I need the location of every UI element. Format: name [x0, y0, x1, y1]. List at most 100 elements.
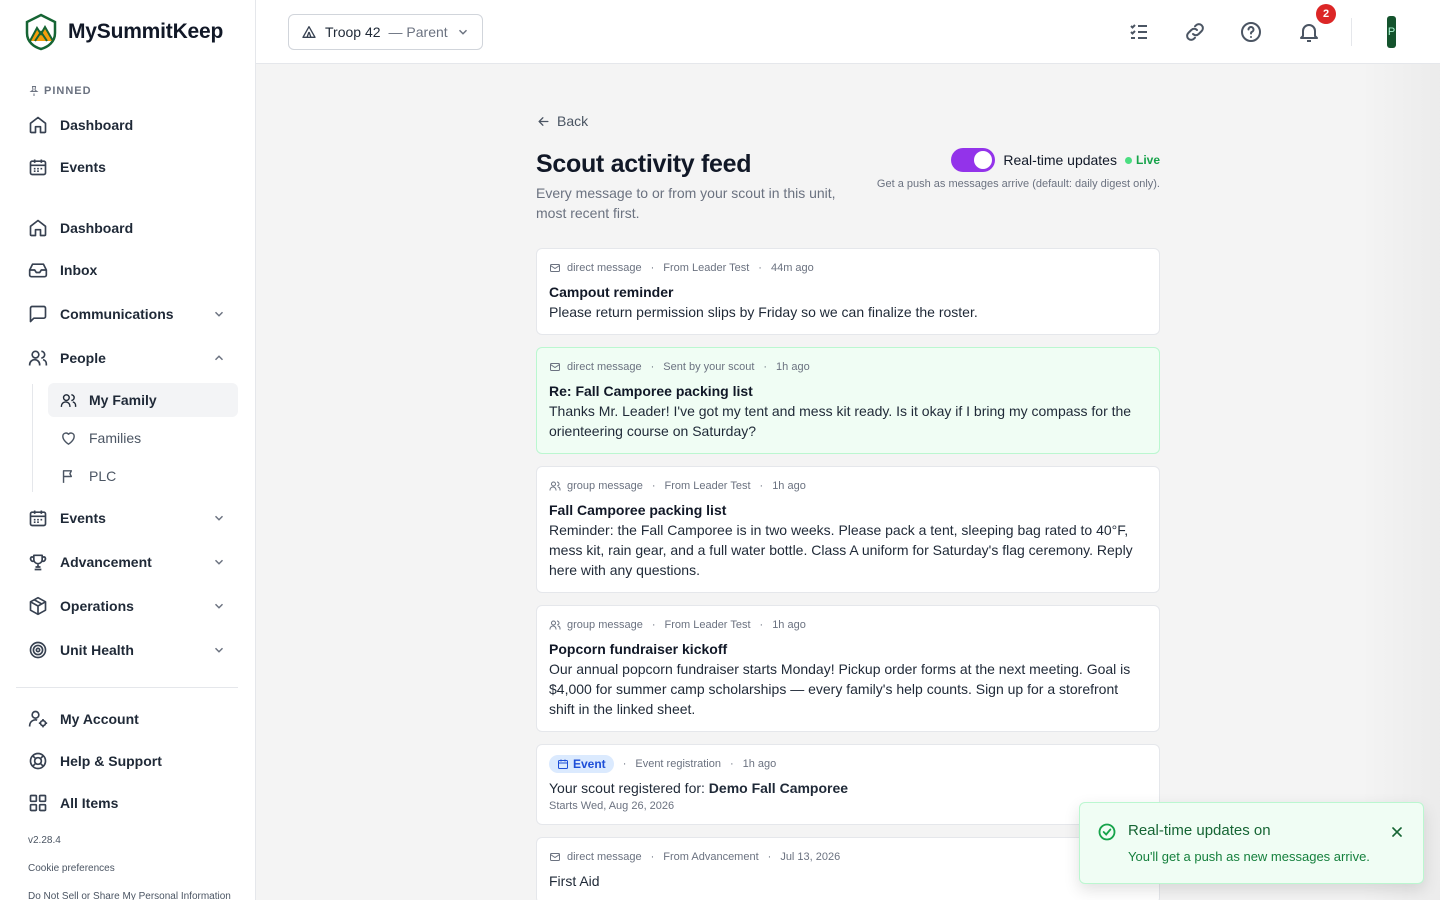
message-sender: Sent by your scout	[663, 361, 755, 373]
message-body: Please return permission slips by Friday…	[549, 304, 978, 320]
home-icon	[29, 116, 47, 134]
message-type: group message	[567, 619, 643, 631]
sidebar-subitem-my-family[interactable]: My Family	[48, 383, 238, 417]
mail-icon	[550, 264, 560, 272]
check-circle-icon	[1098, 823, 1116, 841]
feed-item-sent-by-scout[interactable]: direct message · Sent by your scout · 1h…	[536, 347, 1160, 454]
troop-selector[interactable]: Troop 42 — Parent	[288, 14, 483, 50]
feed-item[interactable]: group message · From Leader Test · 1h ag…	[536, 466, 1160, 593]
message-time: 1h ago	[772, 480, 806, 492]
sidebar-subitem-plc[interactable]: PLC	[48, 459, 238, 493]
users-icon	[60, 393, 77, 407]
pinned-item-events[interactable]: Events	[16, 147, 238, 187]
toast-title: Real-time updates on	[1128, 822, 1271, 839]
sidebar-divider	[16, 687, 238, 688]
message-type: direct message	[567, 262, 642, 274]
mail-icon	[550, 853, 560, 861]
bell-icon[interactable]	[1297, 20, 1321, 44]
app-name: MySummitKeep	[68, 20, 224, 43]
sidebar-item-inbox[interactable]: Inbox	[16, 250, 238, 290]
realtime-updates-toggle[interactable]	[951, 148, 996, 172]
message-body: Our annual popcorn fundraiser starts Mon…	[549, 661, 1131, 717]
message-sender: Event registration	[635, 758, 721, 770]
sidebar-item-events[interactable]: Events	[16, 498, 238, 538]
chevron-down-icon	[214, 311, 224, 317]
message-square-icon	[29, 305, 47, 323]
event-chip: Event	[549, 755, 614, 773]
sidebar-item-my-account[interactable]: My Account	[16, 699, 238, 739]
message-time: 44m ago	[770, 262, 814, 274]
message-sender: From Leader Test	[664, 619, 751, 631]
sidebar-item-operations[interactable]: Operations	[16, 586, 238, 626]
activity-feed: direct message · From Leader Test · 44m …	[536, 248, 1160, 900]
message-sender: From Advancement	[663, 851, 759, 863]
grid-icon	[29, 794, 47, 812]
users-icon	[549, 620, 561, 630]
chevron-down-icon	[214, 647, 224, 653]
cookie-preferences-link[interactable]: Cookie preferences	[28, 863, 115, 874]
event-registration-text: Your scout registered for: Demo Fall Cam…	[549, 780, 849, 796]
checklist-icon[interactable]	[1127, 20, 1151, 44]
realtime-updates-setting: Real-time updates Live Get a push as mes…	[877, 148, 1160, 190]
tent-icon	[302, 26, 316, 38]
flag-icon	[62, 469, 73, 483]
users-icon	[28, 350, 48, 366]
sidebar-item-unit-health[interactable]: Unit Health	[16, 630, 238, 670]
submenu-guide-line	[32, 384, 33, 492]
message-body: Reminder: the Fall Camporee is in two we…	[549, 522, 1133, 578]
arrow-left-icon	[538, 116, 549, 126]
event-start-date: Starts Wed, Aug 26, 2026	[549, 800, 675, 812]
message-title: Popcorn fundraiser kickoff	[549, 641, 728, 657]
feed-item[interactable]: direct message · From Leader Test · 44m …	[536, 248, 1160, 335]
privacy-link[interactable]: Do Not Sell or Share My Personal Informa…	[28, 891, 231, 900]
pin-icon	[29, 86, 39, 96]
close-icon[interactable]	[1389, 824, 1405, 840]
user-avatar[interactable]: P	[1387, 16, 1396, 48]
message-type: group message	[567, 480, 643, 492]
back-link[interactable]: Back	[536, 110, 1160, 132]
home-icon	[29, 219, 47, 237]
message-sender: From Leader Test	[663, 262, 750, 274]
link-icon[interactable]	[1183, 20, 1207, 44]
help-circle-icon[interactable]	[1239, 20, 1263, 44]
app-version: v2.28.4	[28, 835, 61, 846]
calendar-icon	[29, 159, 47, 176]
message-time: 1h ago	[772, 619, 806, 631]
sidebar-item-dashboard[interactable]: Dashboard	[16, 208, 238, 248]
heart-icon	[62, 431, 75, 445]
sidebar-item-communications[interactable]: Communications	[16, 294, 238, 334]
app-logo[interactable]: MySummitKeep	[24, 13, 223, 51]
message-title: Fall Camporee packing list	[549, 502, 727, 518]
top-bar: Troop 42 — Parent 2 P	[256, 0, 1440, 64]
pinned-section-label: PINNED	[28, 85, 92, 97]
feed-item-event[interactable]: Event · Event registration · 1h ago Your…	[536, 744, 1160, 825]
sidebar-item-people[interactable]: People	[16, 338, 238, 378]
feed-item[interactable]: direct message · From Advancement · Jul …	[536, 837, 1160, 900]
chevron-down-icon	[458, 29, 467, 35]
sidebar-subitem-families[interactable]: Families	[48, 421, 238, 455]
message-body: Thanks Mr. Leader! I've got my tent and …	[549, 403, 1132, 439]
message-title: Campout reminder	[549, 284, 674, 300]
feed-item[interactable]: group message · From Leader Test · 1h ag…	[536, 605, 1160, 732]
sidebar-item-help-support[interactable]: Help & Support	[16, 741, 238, 781]
target-icon	[29, 641, 47, 659]
calendar-icon	[558, 759, 568, 769]
message-sender: From Leader Test	[664, 480, 751, 492]
mail-icon	[550, 363, 560, 371]
page-subtitle: Every message to or from your scout in t…	[536, 185, 836, 221]
message-time: Jul 13, 2026	[780, 851, 841, 863]
toast-notification: Real-time updates on You'll get a push a…	[1079, 802, 1424, 884]
message-type: direct message	[567, 851, 642, 863]
sidebar-item-all-items[interactable]: All Items	[16, 783, 238, 823]
event-name: Demo Fall Camporee	[708, 780, 849, 796]
pinned-item-dashboard[interactable]: Dashboard	[16, 105, 238, 145]
trophy-icon	[29, 554, 47, 571]
sidebar-item-advancement[interactable]: Advancement	[16, 542, 238, 582]
chevron-up-icon	[214, 355, 224, 361]
main-content: Back Scout activity feed Every message t…	[536, 110, 1160, 900]
sidebar: MySummitKeep PINNED Dashboard Events Das…	[0, 0, 256, 900]
live-dot-icon	[1124, 156, 1132, 164]
message-type: direct message	[567, 361, 642, 373]
chevron-down-icon	[214, 515, 224, 521]
topbar-separator	[1351, 18, 1352, 46]
